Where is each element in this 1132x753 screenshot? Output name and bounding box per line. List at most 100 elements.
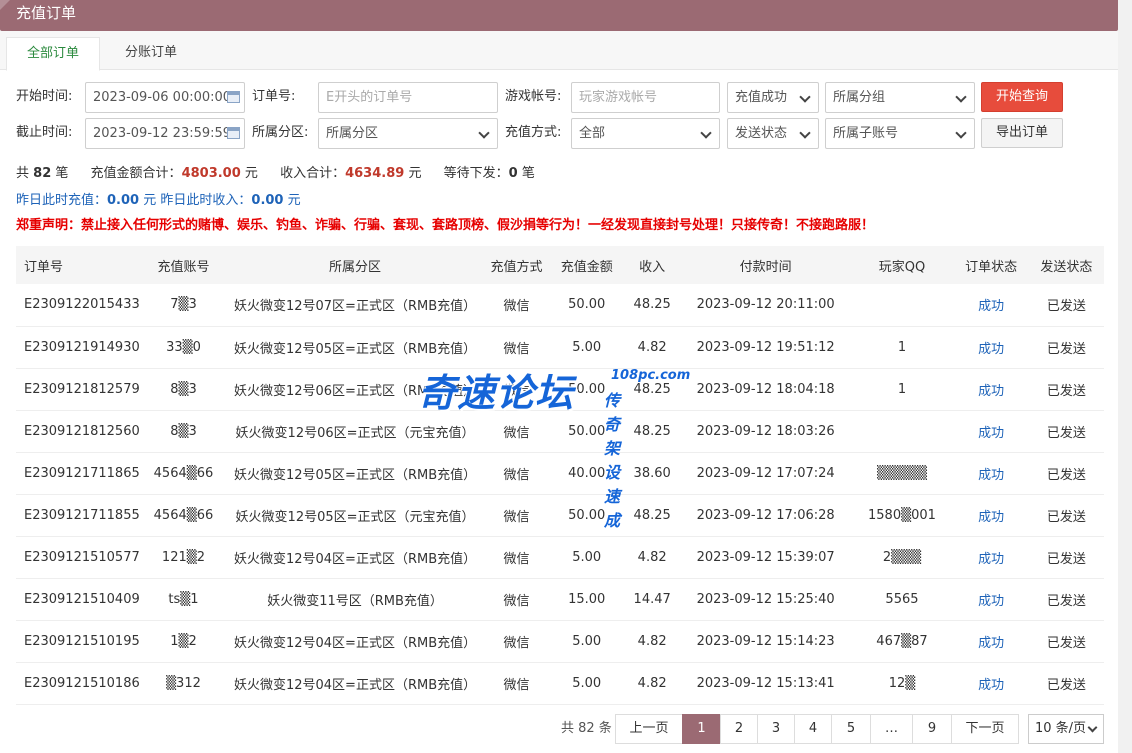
table-row: E2309121510186 ▒312 妖火微变12号04区=正式区（RMB充值）微…	[16, 662, 1104, 705]
page-title-bar: 充值订单	[0, 0, 1118, 31]
order-status-cell[interactable]: 成功	[953, 368, 1029, 411]
order-number-cell: E2309121510186	[16, 662, 140, 705]
column-header[interactable]: 充值账号	[139, 246, 228, 284]
game-account-input[interactable]: 玩家游戏帐号	[571, 82, 720, 113]
order-status-cell[interactable]: 成功	[953, 452, 1029, 495]
pending-unit: 笔	[521, 166, 535, 181]
recharge-amount-cell: 5.00	[550, 326, 624, 369]
player-qq-cell: 1	[850, 368, 954, 411]
page-button-2[interactable]: 2	[720, 714, 758, 744]
page-button-9[interactable]: 9	[912, 714, 952, 744]
send-status-select[interactable]: 发送状态	[727, 118, 819, 149]
order-count: 82	[33, 166, 52, 181]
calendar-icon[interactable]	[227, 91, 240, 103]
table-row: E2309121812579 8▒3 妖火微变12号06区=正式区（RMB充值） 微信…	[16, 368, 1104, 411]
page-size-select[interactable]: 10 条/页	[1028, 714, 1104, 744]
pay-time-cell: 2023-09-12 15:13:41	[680, 662, 851, 705]
pagination: 共 82 条 上一页 1 2 3 4 5 … 9 下一页 10 条/页	[0, 714, 1132, 744]
income-amount-cell: 4.82	[623, 326, 681, 369]
column-header[interactable]: 充值方式	[482, 246, 551, 284]
game-account-label: 游戏帐号:	[505, 89, 562, 104]
recharge-account-cell: 33▒0	[139, 326, 228, 369]
table-row: E2309122015433 7▒3 妖火微变12号07区=正式区（RMB充值） 微信…	[16, 284, 1104, 327]
order-number-cell: E2309121510195	[16, 620, 140, 663]
pay-time-cell: 2023-09-12 18:04:18	[680, 368, 851, 411]
order-status-cell[interactable]: 成功	[953, 284, 1029, 327]
column-header[interactable]: 充值金额	[550, 246, 624, 284]
notice-statement: 郑重声明：禁止接入任何形式的赌博、娱乐、钓鱼、诈骗、行骗、套现、套路顶榜、假沙捐…	[16, 218, 875, 233]
column-header[interactable]: 收入	[623, 246, 681, 284]
send-status-cell: 已发送	[1028, 410, 1104, 453]
recharge-amount-cell: 5.00	[550, 662, 624, 705]
zone-select[interactable]: 所属分区	[318, 118, 498, 149]
pay-method-label: 充值方式:	[505, 125, 562, 140]
pay-time-cell: 2023-09-12 17:07:24	[680, 452, 851, 495]
column-header[interactable]: 付款时间	[680, 246, 851, 284]
sub-account-select[interactable]: 所属子账号	[825, 118, 975, 149]
recharge-amount-cell: 50.00	[550, 368, 624, 411]
search-button[interactable]: 开始查询	[981, 82, 1063, 112]
page-title: 充值订单	[16, 4, 77, 22]
send-status-cell: 已发送	[1028, 368, 1104, 411]
column-header[interactable]: 玩家QQ	[850, 246, 954, 284]
order-status-cell[interactable]: 成功	[953, 536, 1029, 579]
player-qq-cell	[850, 284, 954, 327]
column-header[interactable]: 所属分区	[227, 246, 483, 284]
next-page-button[interactable]: 下一页	[951, 714, 1019, 744]
page-button-3[interactable]: 3	[757, 714, 795, 744]
end-time-input[interactable]: 2023-09-12 23:59:59	[85, 118, 245, 149]
calendar-icon[interactable]	[227, 127, 240, 139]
recharge-account-cell: 4564▒66	[139, 452, 228, 495]
order-status-cell[interactable]: 成功	[953, 578, 1029, 621]
table-row: E2309121510195 1▒2 妖火微变12号04区=正式区（RMB充值） 微信…	[16, 620, 1104, 663]
pay-method-cell: 微信	[482, 662, 551, 705]
column-header[interactable]: 订单号	[16, 246, 140, 284]
page-button-5[interactable]: 5	[831, 714, 871, 744]
prev-page-button[interactable]: 上一页	[615, 714, 683, 744]
order-status-cell[interactable]: 成功	[953, 620, 1029, 663]
tab-all-orders[interactable]: 全部订单	[6, 37, 101, 71]
send-status-cell: 已发送	[1028, 536, 1104, 579]
count-suffix: 笔	[55, 166, 69, 181]
pay-time-cell: 2023-09-12 19:51:12	[680, 326, 851, 369]
column-header[interactable]: 订单状态	[953, 246, 1029, 284]
recharge-amount-cell: 40.00	[550, 452, 624, 495]
pay-method-cell: 微信	[482, 368, 551, 411]
table-row: E2309121812560 8▒3 妖火微变12号06区=正式区（元宝充值） 微信 5…	[16, 410, 1104, 453]
send-status-cell: 已发送	[1028, 452, 1104, 495]
table-row: E2309121510409 ts▒1 妖火微变11号区（RMB充值） 微信 15.00…	[16, 578, 1104, 621]
income-amount-cell: 48.25	[623, 284, 681, 327]
column-header[interactable]: 发送状态	[1028, 246, 1104, 284]
pay-method-select[interactable]: 全部	[571, 118, 720, 149]
order-number-cell: E2309121812579	[16, 368, 140, 411]
vertical-scrollbar[interactable]	[1118, 0, 1132, 753]
zone-name-cell: 妖火微变12号04区=正式区（RMB充值）	[227, 620, 483, 663]
yesterday-income-unit: 元	[287, 193, 301, 208]
zone-name-cell: 妖火微变12号06区=正式区（元宝充值）	[227, 410, 483, 453]
pagination-total: 共 82 条	[561, 721, 612, 736]
start-time-input[interactable]: 2023-09-06 00:00:00	[85, 82, 245, 113]
pay-time-cell: 2023-09-12 15:39:07	[680, 536, 851, 579]
send-status-cell: 已发送	[1028, 578, 1104, 621]
order-status-cell[interactable]: 成功	[953, 410, 1029, 453]
order-status-cell[interactable]: 成功	[953, 326, 1029, 369]
pay-method-cell: 微信	[482, 494, 551, 537]
order-status-cell[interactable]: 成功	[953, 662, 1029, 705]
title-corner-decoration	[0, 0, 10, 10]
send-status-cell: 已发送	[1028, 326, 1104, 369]
player-qq-cell: 1580▒001	[850, 494, 954, 537]
tab-split-orders[interactable]: 分账订单	[105, 37, 197, 71]
page-button-4[interactable]: 4	[794, 714, 832, 744]
order-number-cell: E2309121711855	[16, 494, 140, 537]
recharge-status-select[interactable]: 充值成功	[727, 82, 819, 113]
export-orders-button[interactable]: 导出订单	[981, 118, 1063, 148]
pay-time-cell: 2023-09-12 15:14:23	[680, 620, 851, 663]
order-status-cell[interactable]: 成功	[953, 494, 1029, 537]
page-button-1[interactable]: 1	[682, 714, 721, 744]
order-no-input[interactable]: E开头的订单号	[318, 82, 498, 113]
recharge-account-cell: 4564▒66	[139, 494, 228, 537]
send-status-cell: 已发送	[1028, 662, 1104, 705]
group-select[interactable]: 所属分组	[825, 82, 975, 113]
pending-count: 0	[508, 166, 518, 181]
recharge-amount-cell: 5.00	[550, 620, 624, 663]
